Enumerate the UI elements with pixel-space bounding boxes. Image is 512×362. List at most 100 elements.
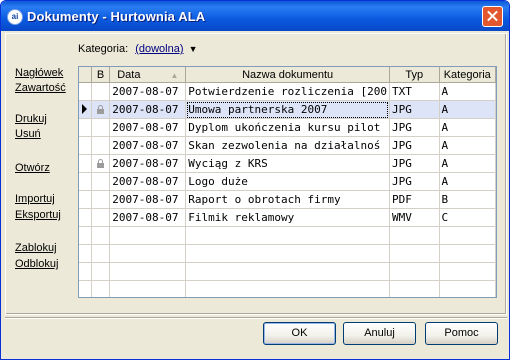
- empty-cell: [79, 280, 92, 297]
- documents-grid[interactable]: B Data ▲ Nazwa dokumentu Typ Kategoria 20…: [78, 66, 497, 298]
- table-header: B Data ▲ Nazwa dokumentu Typ Kategoria: [79, 67, 496, 83]
- cancel-button[interactable]: Anuluj: [343, 322, 416, 345]
- row-type-cell[interactable]: WMV: [389, 208, 440, 227]
- row-lock-cell[interactable]: [91, 208, 111, 227]
- empty-row: [79, 226, 496, 245]
- row-type-cell[interactable]: PDF: [389, 190, 440, 209]
- row-lock-cell[interactable]: [91, 154, 111, 173]
- row-date-cell[interactable]: 2007-08-07: [109, 100, 187, 119]
- empty-row: [79, 280, 496, 297]
- row-type-cell[interactable]: JPG: [389, 136, 440, 155]
- row-category-cell[interactable]: B: [439, 190, 496, 209]
- row-category-cell[interactable]: A: [439, 100, 496, 119]
- empty-cell: [79, 262, 92, 281]
- title-bar[interactable]: ai Dokumenty - Hurtownia ALA: [1, 1, 509, 31]
- row-name-cell[interactable]: Raport o obrotach firmy: [185, 190, 390, 209]
- ok-button[interactable]: OK: [263, 322, 336, 345]
- row-type-cell[interactable]: JPG: [389, 154, 440, 173]
- row-date-cell[interactable]: 2007-08-07: [109, 118, 187, 137]
- empty-cell: [439, 262, 496, 281]
- link-odblokuj[interactable]: Odblokuj: [15, 258, 58, 270]
- row-lock-cell[interactable]: [91, 82, 111, 101]
- column-header-date[interactable]: Data ▲: [109, 67, 187, 83]
- column-header-category[interactable]: Kategoria: [439, 67, 496, 83]
- row-name-cell[interactable]: Skan zezwolenia na działalnoś: [185, 136, 390, 155]
- row-lock-cell[interactable]: [91, 100, 111, 119]
- close-icon[interactable]: [482, 6, 503, 27]
- table-row[interactable]: 2007-08-07 Raport o obrotach firmy PDF B: [79, 190, 496, 209]
- empty-cell: [109, 280, 187, 297]
- row-category-cell[interactable]: A: [439, 136, 496, 155]
- dropdown-arrow-icon[interactable]: ▼: [189, 44, 198, 54]
- table-row[interactable]: 2007-08-07 Filmik reklamowy WMV C: [79, 208, 496, 227]
- row-category-cell[interactable]: A: [439, 82, 496, 101]
- row-type-cell[interactable]: JPG: [389, 100, 440, 119]
- row-date-cell[interactable]: 2007-08-07: [109, 190, 187, 209]
- empty-cell: [185, 280, 390, 297]
- empty-cell: [79, 226, 92, 245]
- table-row[interactable]: 2007-08-07 Potwierdzenie rozliczenia [200…: [79, 82, 496, 101]
- link-usun[interactable]: Usuń: [15, 128, 41, 140]
- row-name-cell[interactable]: Filmik reklamowy: [185, 208, 390, 227]
- row-indicator-cell[interactable]: [79, 118, 92, 137]
- row-category-cell[interactable]: A: [439, 154, 496, 173]
- row-category-cell[interactable]: A: [439, 172, 496, 191]
- row-name-cell[interactable]: Potwierdzenie rozliczenia [200: [185, 82, 390, 101]
- row-indicator-cell[interactable]: [79, 136, 92, 155]
- button-separator: [5, 317, 507, 319]
- row-indicator-cell[interactable]: [79, 172, 92, 191]
- link-naglowek[interactable]: Nagłówek: [15, 67, 63, 79]
- row-indicator-cell[interactable]: [79, 82, 92, 101]
- link-zawartosc[interactable]: Zawartość: [15, 82, 66, 94]
- row-type-cell[interactable]: JPG: [389, 172, 440, 191]
- category-label: Kategoria:: [78, 43, 129, 55]
- link-drukuj[interactable]: Drukuj: [15, 113, 47, 125]
- column-header-name[interactable]: Nazwa dokumentu: [185, 67, 390, 83]
- row-indicator-cell[interactable]: [79, 190, 92, 209]
- window-title: Dokumenty - Hurtownia ALA: [27, 9, 206, 24]
- empty-cell: [91, 244, 111, 263]
- lock-icon: [96, 105, 104, 114]
- row-name-cell[interactable]: Dyplom ukończenia kursu pilot: [185, 118, 390, 137]
- column-header-type[interactable]: Typ: [389, 67, 440, 83]
- row-type-cell[interactable]: TXT: [389, 82, 440, 101]
- link-zablokuj[interactable]: Zablokuj: [15, 242, 57, 254]
- empty-cell: [389, 280, 440, 297]
- row-name-cell[interactable]: Umowa partnerska 2007: [185, 100, 390, 119]
- link-eksportuj[interactable]: Eksportuj: [15, 209, 61, 221]
- row-date-cell[interactable]: 2007-08-07: [109, 154, 187, 173]
- empty-cell: [185, 262, 390, 281]
- row-lock-cell[interactable]: [91, 190, 111, 209]
- category-dropdown[interactable]: (dowolna): [135, 43, 183, 55]
- table-row[interactable]: 2007-08-07 Dyplom ukończenia kursu pilot J…: [79, 118, 496, 137]
- row-lock-cell[interactable]: [91, 136, 111, 155]
- column-header-date-label: Data: [117, 68, 141, 81]
- table-row[interactable]: 2007-08-07 Logo duże JPG A: [79, 172, 496, 191]
- help-button[interactable]: Pomoc: [425, 322, 498, 345]
- sort-indicator-icon: ▲: [170, 70, 179, 80]
- column-header-lock[interactable]: B: [91, 67, 111, 83]
- row-date-cell[interactable]: 2007-08-07: [109, 82, 187, 101]
- row-date-cell[interactable]: 2007-08-07: [109, 136, 187, 155]
- row-name-cell[interactable]: Wyciąg z KRS: [185, 154, 390, 173]
- row-indicator-cell[interactable]: [79, 208, 92, 227]
- link-otworz[interactable]: Otwórz: [15, 162, 50, 174]
- row-indicator-cell[interactable]: [79, 100, 92, 119]
- empty-cell: [109, 226, 187, 245]
- row-category-cell[interactable]: C: [439, 208, 496, 227]
- row-lock-cell[interactable]: [91, 172, 111, 191]
- row-pointer-icon: [82, 104, 88, 114]
- link-importuj[interactable]: Importuj: [15, 193, 55, 205]
- empty-cell: [185, 226, 390, 245]
- row-date-cell[interactable]: 2007-08-07: [109, 208, 187, 227]
- table-row[interactable]: 2007-08-07 Umowa partnerska 2007 JPG A: [79, 100, 496, 119]
- row-indicator-cell[interactable]: [79, 154, 92, 173]
- row-lock-cell[interactable]: [91, 118, 111, 137]
- table-row[interactable]: 2007-08-07 Wyciąg z KRS JPG A: [79, 154, 496, 173]
- row-type-cell[interactable]: JPG: [389, 118, 440, 137]
- table-row[interactable]: 2007-08-07 Skan zezwolenia na działalnoś J…: [79, 136, 496, 155]
- row-name-cell[interactable]: Logo duże: [185, 172, 390, 191]
- row-date-cell[interactable]: 2007-08-07: [109, 172, 187, 191]
- empty-cell: [389, 244, 440, 263]
- row-category-cell[interactable]: A: [439, 118, 496, 137]
